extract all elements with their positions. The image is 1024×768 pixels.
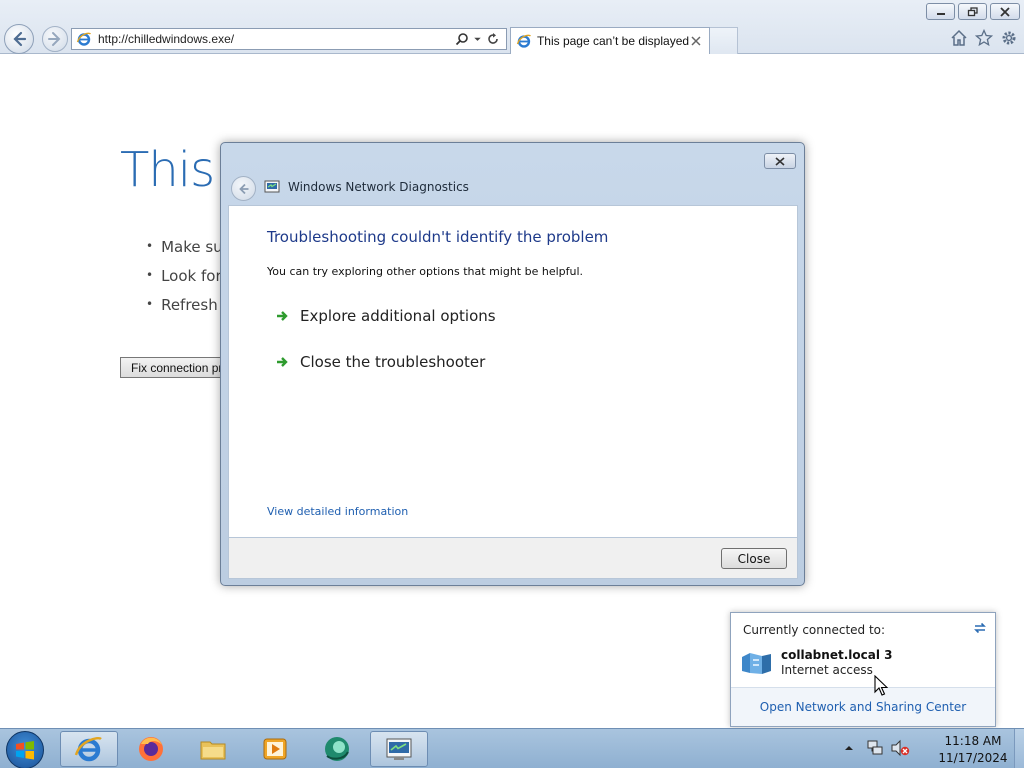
option-label: Explore additional options xyxy=(300,307,496,325)
taskbar-firefox[interactable] xyxy=(122,731,180,767)
clock-date[interactable]: 11/17/2024 xyxy=(926,751,1020,765)
restore-button[interactable] xyxy=(958,3,987,20)
arrow-left-icon xyxy=(13,31,27,47)
search-icon[interactable] xyxy=(455,32,469,46)
taskbar-internet-explorer[interactable] xyxy=(60,731,118,767)
page-bullet-item: Look for xyxy=(146,267,222,285)
address-bar[interactable]: http://chilledwindows.exe/ xyxy=(71,28,507,50)
app-icon xyxy=(325,737,349,761)
favorites-star-icon[interactable] xyxy=(975,29,993,47)
taskbar-network-diagnostics[interactable] xyxy=(370,731,428,767)
tab-page-cant-be-displayed[interactable]: This page can’t be displayed xyxy=(510,27,710,54)
internet-explorer-icon xyxy=(516,34,531,48)
refresh-icon[interactable] xyxy=(486,32,500,46)
refresh-arrows-icon[interactable] xyxy=(972,620,988,636)
file-explorer-icon xyxy=(200,741,226,760)
view-detailed-information-link[interactable]: View detailed information xyxy=(267,505,408,518)
dialog-heading: Troubleshooting couldn't identify the pr… xyxy=(267,228,609,246)
network-status: Internet access xyxy=(781,663,873,677)
green-arrow-icon xyxy=(277,311,288,321)
close-window-button[interactable] xyxy=(990,3,1020,20)
volume-muted-icon[interactable] xyxy=(890,739,910,757)
taskbar-app[interactable] xyxy=(308,731,366,767)
dialog-subtext: You can try exploring other options that… xyxy=(267,265,584,278)
network-name[interactable]: collabnet.local 3 xyxy=(781,648,892,662)
network-tray-icon[interactable] xyxy=(866,739,884,757)
flyout-footer: Open Network and Sharing Center xyxy=(731,687,995,726)
option-label: Close the troubleshooter xyxy=(300,353,486,371)
network-flyout: Currently connected to: collabnet.local … xyxy=(730,612,996,727)
dialog-close-x-button[interactable] xyxy=(764,153,796,169)
internet-explorer-icon xyxy=(76,32,92,46)
close-button[interactable]: Close xyxy=(721,548,787,569)
taskbar: 11:18 AM 11/17/2024 xyxy=(0,728,1024,768)
start-button[interactable] xyxy=(6,731,44,768)
restore-icon xyxy=(967,6,978,16)
new-tab-button[interactable] xyxy=(710,27,738,54)
show-desktop-button[interactable] xyxy=(1014,729,1024,768)
page-bullet-item: Refresh t xyxy=(146,296,228,314)
network-diagnostics-icon xyxy=(386,738,412,760)
open-network-sharing-center-link[interactable]: Open Network and Sharing Center xyxy=(731,700,995,714)
clock-time[interactable]: 11:18 AM xyxy=(926,734,1020,748)
network-diagnostics-icon xyxy=(264,180,280,193)
arrow-right-icon xyxy=(48,32,61,46)
dialog-footer: Close xyxy=(228,538,798,579)
page-heading: This xyxy=(120,142,215,198)
close-icon xyxy=(775,156,785,166)
close-icon xyxy=(1000,6,1010,17)
gear-icon[interactable] xyxy=(1000,29,1018,47)
tab-title: This page can’t be displayed xyxy=(536,34,690,48)
dialog-title: Windows Network Diagnostics xyxy=(288,180,469,194)
dialog-back-button[interactable] xyxy=(231,176,256,201)
internet-explorer-icon xyxy=(74,737,102,762)
taskbar-file-explorer[interactable] xyxy=(184,731,242,767)
mouse-cursor-icon xyxy=(874,675,888,696)
media-player-icon xyxy=(263,738,287,760)
show-hidden-icons-icon[interactable] xyxy=(844,743,854,753)
back-button[interactable] xyxy=(4,24,34,54)
address-url[interactable]: http://chilledwindows.exe/ xyxy=(98,32,455,46)
flyout-header: Currently connected to: xyxy=(743,623,886,637)
network-building-icon xyxy=(742,653,771,674)
forward-button[interactable] xyxy=(42,26,68,52)
chevron-down-icon[interactable] xyxy=(473,32,482,46)
minimize-icon xyxy=(936,12,945,15)
arrow-left-icon xyxy=(238,183,248,194)
dialog-content: Troubleshooting couldn't identify the pr… xyxy=(228,205,798,538)
windows-logo-icon xyxy=(16,741,34,760)
close-troubleshooter-link[interactable]: Close the troubleshooter xyxy=(275,353,485,371)
firefox-icon xyxy=(139,737,163,761)
green-arrow-icon xyxy=(277,357,288,367)
network-diagnostics-dialog: Windows Network Diagnostics Troubleshoot… xyxy=(220,142,805,586)
page-bullet-item: Make sur xyxy=(146,238,229,256)
home-icon[interactable] xyxy=(950,29,968,47)
browser-chrome: http://chilledwindows.exe/ This page can… xyxy=(0,0,1024,54)
close-icon[interactable] xyxy=(689,34,703,48)
taskbar-media-player[interactable] xyxy=(246,731,304,767)
explore-additional-options-link[interactable]: Explore additional options xyxy=(275,307,496,325)
minimize-button[interactable] xyxy=(926,3,955,20)
